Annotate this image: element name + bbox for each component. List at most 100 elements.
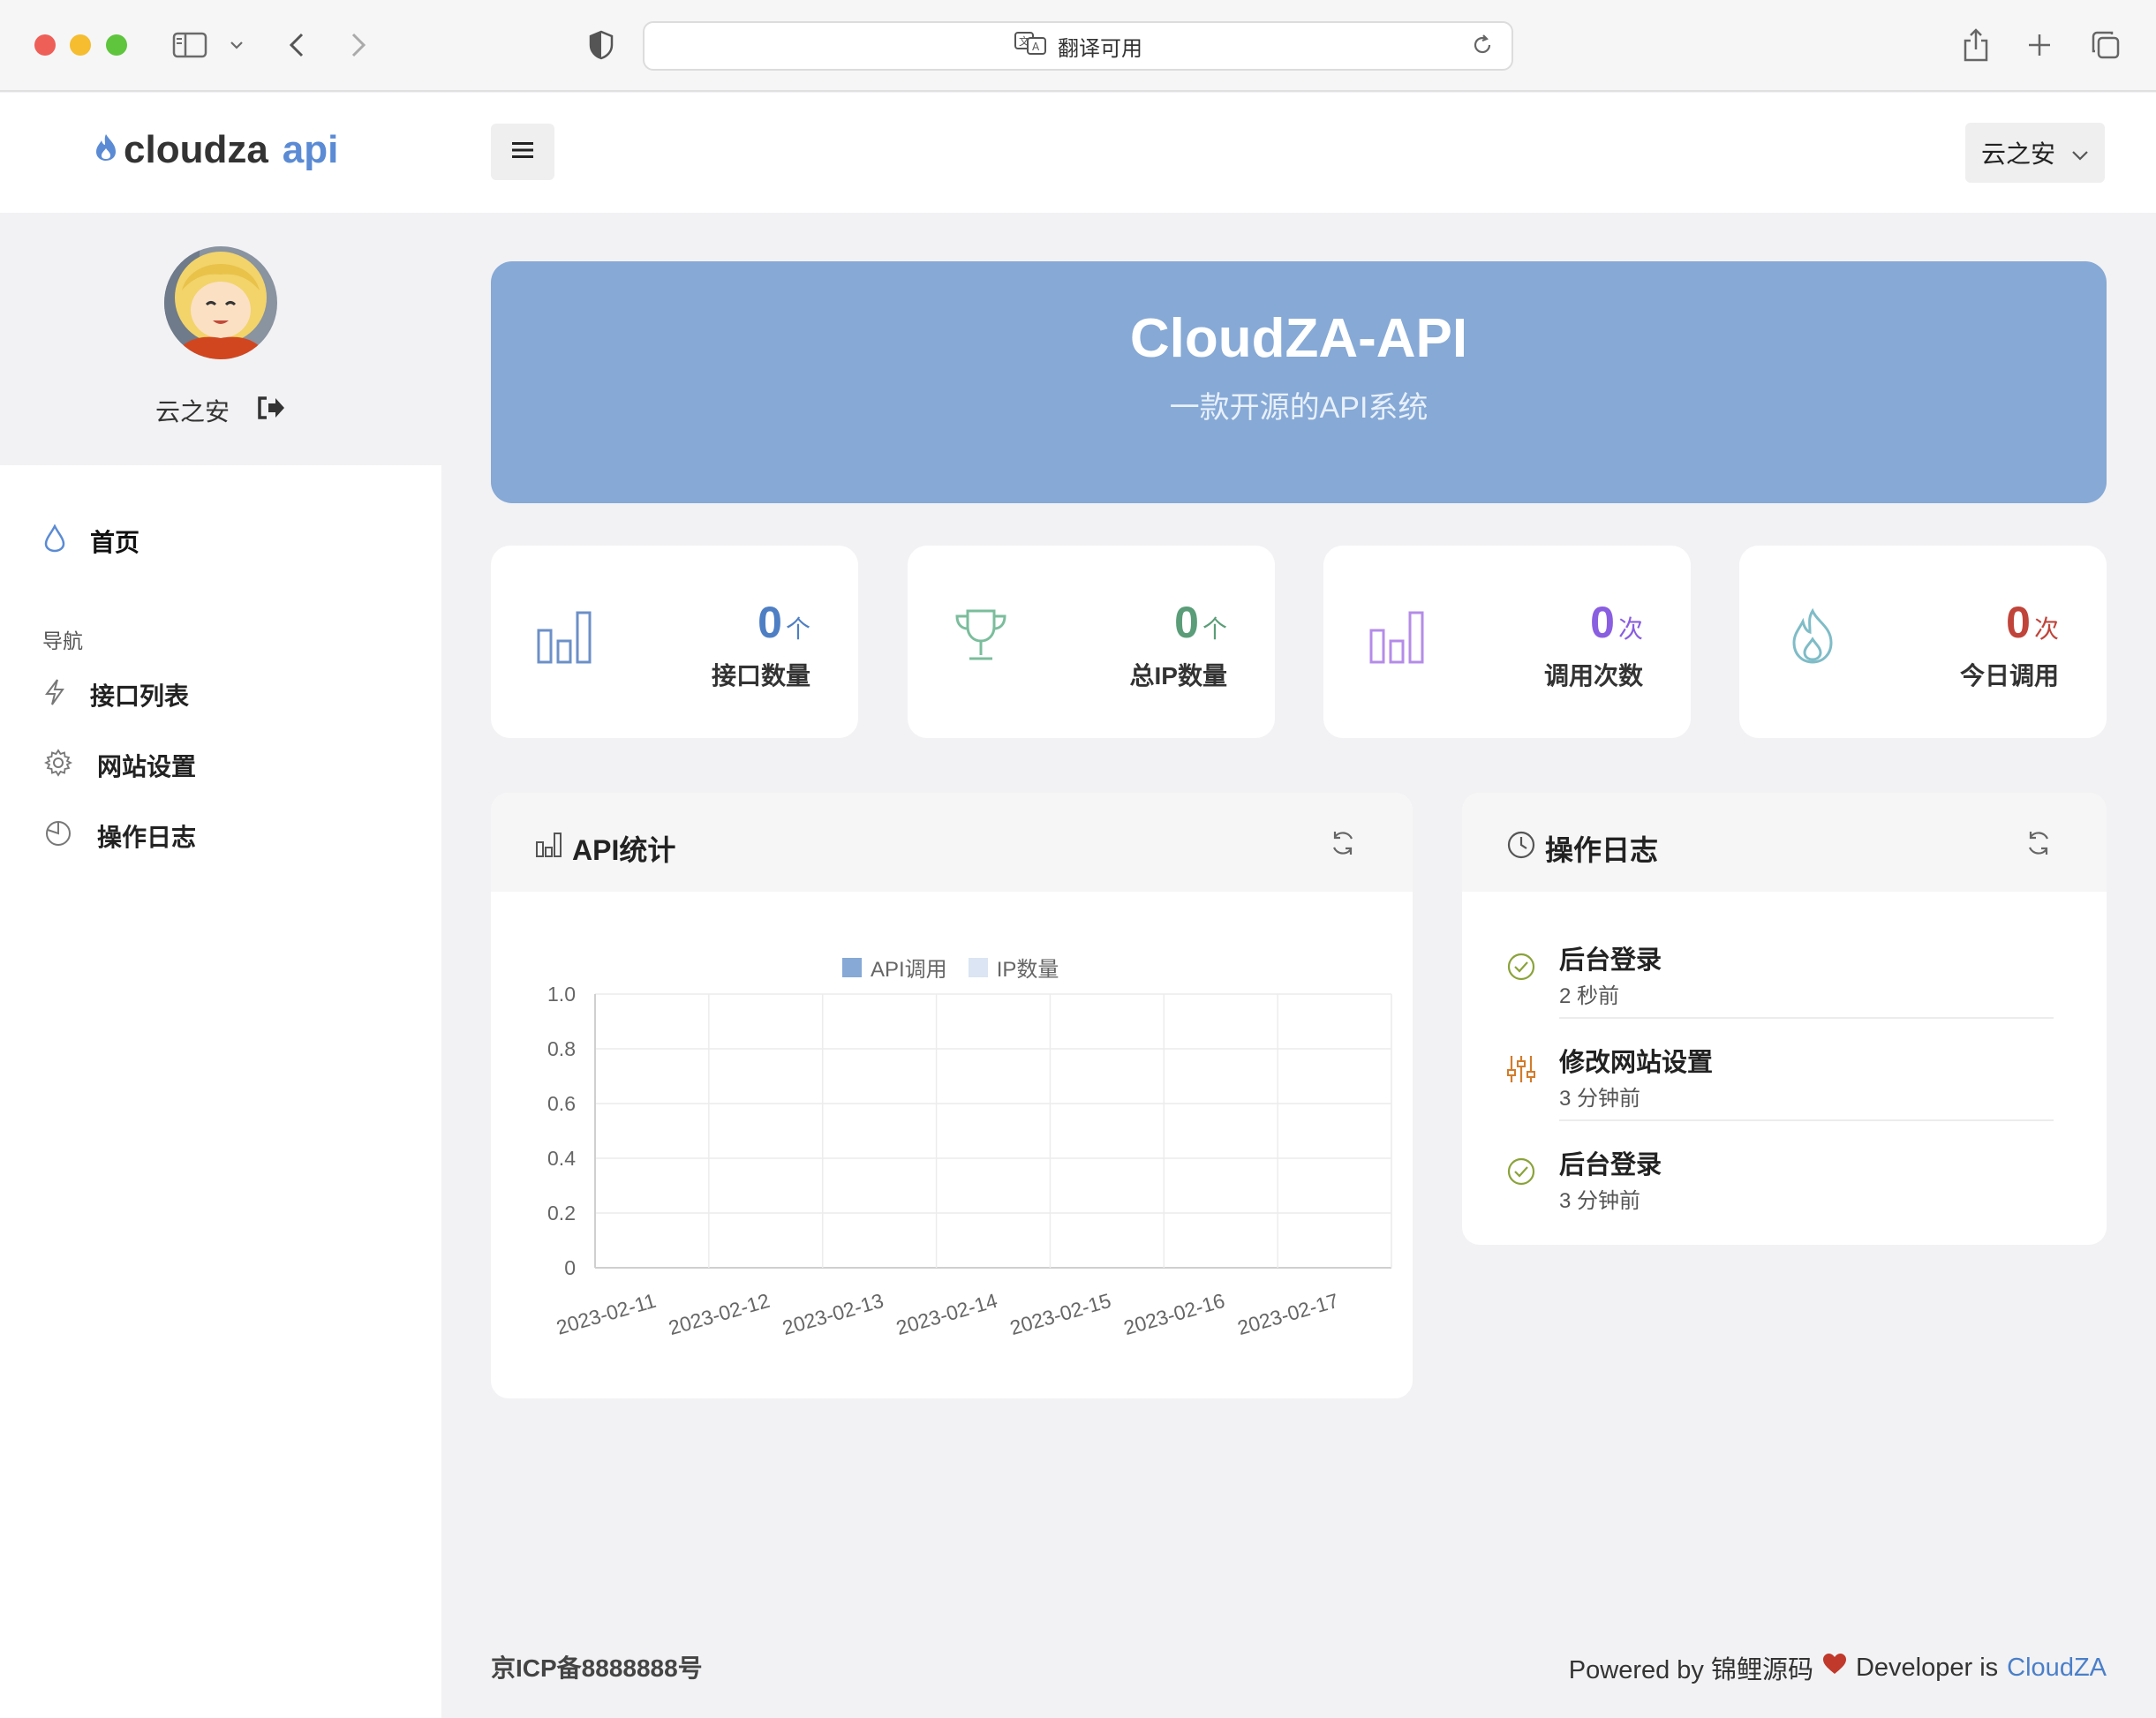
address-bar[interactable]: 文A 翻译可用 (643, 21, 1513, 71)
x-tick-label: 2023-02-15 (1007, 1289, 1113, 1339)
bolt-icon (44, 678, 65, 712)
sidebar-item-label: 网站设置 (97, 753, 197, 780)
y-tick-label: 0.6 (547, 1092, 576, 1115)
logout-icon[interactable] (256, 395, 286, 427)
powered-by-text: Powered by 锦鲤源码 (1568, 1656, 1813, 1684)
log-time: 3 分钟前 (1559, 1189, 1641, 1213)
stat-value: 0次 (2006, 598, 2059, 647)
forward-icon[interactable] (343, 23, 374, 67)
stat-card-call-count: 0次 调用次数 (1323, 546, 1691, 738)
pie-icon (44, 819, 72, 854)
stat-value: 0个 (758, 598, 810, 647)
api-stats-card: API统计 API调用 IP数量 0 0.2 0.4 0.6 0.8 1.0 2023-02… (491, 793, 1413, 1398)
browser-toolbar: 文A 翻译可用 (0, 0, 2156, 92)
footer-credits: Powered by 锦鲤源码 Developer is CloudZA (1569, 1649, 2107, 1686)
trophy-icon (952, 607, 1010, 670)
x-tick-label: 2023-02-12 (666, 1289, 772, 1339)
stat-value: 0个 (1174, 598, 1227, 647)
logo-text: cloudza (124, 128, 268, 171)
log-title: 后台登录 (1559, 946, 1662, 975)
stat-card-api-count: 0个 接口数量 (491, 546, 858, 738)
developer-link[interactable]: CloudZA (2007, 1654, 2107, 1683)
divider (1559, 1119, 2054, 1121)
user-menu-label: 云之安 (1980, 140, 2055, 168)
menu-toggle-button[interactable] (491, 124, 554, 180)
sidebar-item-api-list[interactable]: 接口列表 (44, 677, 189, 712)
hero-banner: CloudZA-API 一款开源的API系统 (491, 261, 2107, 503)
x-tick-label: 2023-02-11 (554, 1289, 659, 1339)
sidebar-toggle-icon[interactable] (168, 23, 212, 67)
y-tick-label: 0.8 (547, 1037, 576, 1060)
developer-text: Developer is (1855, 1653, 1999, 1682)
new-tab-icon[interactable] (2024, 23, 2055, 67)
heart-icon (1822, 1653, 1847, 1683)
banner-subtitle: 一款开源的API系统 (1169, 391, 1429, 425)
y-tick-label: 0.2 (547, 1202, 576, 1224)
card-header: 操作日志 (1462, 793, 2107, 892)
check-circle-icon (1506, 952, 1536, 986)
user-profile: 云之安 (0, 213, 441, 465)
user-menu-dropdown[interactable]: 云之安 (1965, 123, 2105, 183)
zoom-window-button[interactable] (106, 34, 127, 56)
sidebar-item-label: 首页 (90, 529, 140, 556)
stat-value: 0次 (1590, 598, 1643, 647)
bar-chart-icon (535, 607, 593, 670)
shield-icon[interactable] (586, 23, 616, 67)
username: 云之安 (155, 398, 230, 426)
app-header: cloudza api 云之安 (0, 93, 2156, 213)
banner-title: CloudZA-API (1129, 308, 1468, 369)
api-stats-chart: 00.20.40.60.81.02023-02-11 2023-02-12 2023… (547, 983, 1392, 1339)
stat-card-ip-count: 0个 总IP数量 (908, 546, 1275, 738)
fire-icon (1783, 607, 1842, 670)
x-tick-label: 2023-02-16 (1121, 1289, 1227, 1339)
x-tick-label: 2023-02-13 (780, 1289, 886, 1339)
chevron-down-icon (2071, 139, 2089, 167)
sidebar-item-operation-log[interactable]: 操作日志 (44, 818, 196, 854)
tab-overview-icon[interactable] (2089, 23, 2122, 67)
log-title: 修改网站设置 (1559, 1049, 1714, 1077)
close-window-button[interactable] (34, 34, 56, 56)
sidebar-item-home[interactable]: 首页 (44, 523, 140, 559)
svg-text:A: A (1032, 41, 1040, 53)
droplet-icon (44, 523, 65, 559)
chevron-down-icon[interactable] (226, 23, 247, 67)
log-time: 3 分钟前 (1559, 1087, 1641, 1111)
icp-text: 京ICP备8888888号 (491, 1654, 703, 1682)
share-icon[interactable] (1960, 23, 1992, 67)
gear-icon (43, 748, 73, 783)
app-logo[interactable]: cloudza api (94, 128, 338, 172)
stat-label: 调用次数 (1543, 662, 1643, 689)
address-text: 翻译可用 (1058, 36, 1142, 61)
sidebar-item-label: 操作日志 (97, 824, 197, 851)
sidebar-item-site-settings[interactable]: 网站设置 (43, 748, 197, 783)
x-tick-label: 2023-02-17 (1235, 1289, 1341, 1339)
translate-icon[interactable]: 文A (1014, 31, 1047, 62)
reload-icon[interactable] (1471, 34, 1494, 63)
logo-accent-text: api (282, 128, 339, 171)
hamburger-icon (511, 140, 534, 164)
y-tick-label: 1.0 (547, 983, 576, 1006)
avatar[interactable] (164, 246, 277, 359)
x-tick-label: 2023-02-14 (893, 1289, 999, 1339)
stat-label: 今日调用 (1959, 662, 2059, 689)
stat-card-today-calls: 0次 今日调用 (1739, 546, 2107, 738)
stat-label: 总IP数量 (1129, 662, 1227, 689)
y-tick-label: 0.4 (547, 1147, 576, 1170)
refresh-icon[interactable] (2024, 828, 2054, 863)
bar-chart-icon (1368, 607, 1426, 670)
back-icon[interactable] (281, 23, 313, 67)
minimize-window-button[interactable] (70, 34, 91, 56)
check-circle-icon (1506, 1157, 1536, 1191)
card-title: 操作日志 (1506, 828, 1658, 869)
operation-log-card: 操作日志 后台登录 2 秒前 修改网站设置 3 分钟前 后台登录 3 分钟前 (1462, 793, 2107, 1245)
sidebar: 云之安 首页 导航 接口列表 网站设置 操作日志 (0, 213, 441, 1718)
nav-section-label: 导航 (42, 629, 83, 652)
stat-label: 接口数量 (711, 662, 810, 689)
log-title: 后台登录 (1559, 1151, 1662, 1179)
divider (1559, 1017, 2054, 1019)
sliders-icon (1506, 1054, 1536, 1089)
clock-icon (1506, 830, 1536, 867)
y-tick-label: 0 (564, 1256, 576, 1279)
profile-name-row: 云之安 (0, 393, 441, 428)
flame-logo-icon (94, 128, 118, 172)
